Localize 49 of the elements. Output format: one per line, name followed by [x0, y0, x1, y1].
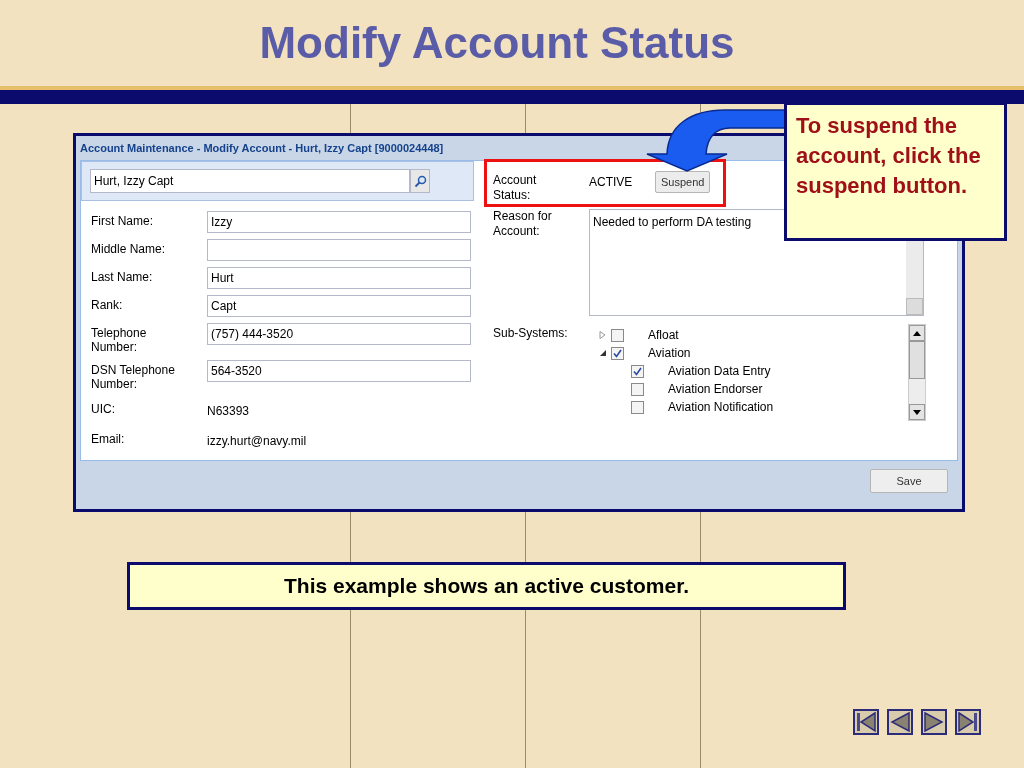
- suspend-button[interactable]: Suspend: [655, 171, 711, 193]
- search-field[interactable]: Hurt, Izzy Capt: [90, 169, 410, 193]
- checkbox[interactable]: [611, 328, 624, 342]
- field-label: Account Status:: [493, 172, 538, 203]
- down-arrow-icon[interactable]: [913, 409, 921, 415]
- instruction-tooltip: To suspend the account, click the suspend button.: [784, 102, 1007, 241]
- input-field[interactable]: Capt: [207, 295, 471, 317]
- first-button[interactable]: [853, 709, 879, 735]
- field-label: Middle Name:: [91, 241, 167, 256]
- field-label: Reason for Account:: [493, 209, 553, 239]
- caption-note: This example shows an active customer.: [127, 562, 846, 610]
- input-field[interactable]: 564-3520: [207, 360, 471, 382]
- input-field[interactable]: [207, 239, 471, 261]
- input-field[interactable]: Izzy: [207, 211, 471, 233]
- text-area-value: Needed to perform DA testing: [592, 214, 753, 231]
- checkbox[interactable]: [631, 382, 644, 396]
- tree-item[interactable]: Aviation Notification: [668, 398, 774, 416]
- field-value: izzy.hurt@navy.mil: [207, 433, 307, 450]
- tree-item[interactable]: Afloat: [648, 326, 679, 344]
- field-value: N63393: [207, 403, 250, 420]
- field-label: Last Name:: [91, 269, 154, 284]
- last-button[interactable]: [955, 709, 981, 735]
- previous-button[interactable]: [887, 709, 913, 735]
- search-icon: [413, 174, 427, 188]
- window-title: Account Maintenance - Modify Account - Hurt, Izzy Capt [9000024448]: [80, 140, 444, 156]
- field-label: Email:: [91, 431, 126, 446]
- field-label: DSN Telephone Number:: [91, 362, 176, 391]
- status-value: ACTIVE: [589, 174, 634, 191]
- up-arrow-icon[interactable]: [913, 330, 921, 336]
- next-button[interactable]: [921, 709, 947, 735]
- checkbox[interactable]: [631, 400, 644, 414]
- tree-item[interactable]: Aviation Data Entry: [668, 362, 771, 380]
- collapse-icon[interactable]: [599, 349, 606, 357]
- save-button[interactable]: Save: [870, 469, 948, 493]
- field-label: Sub-Systems:: [493, 325, 569, 341]
- tree-item[interactable]: Aviation: [648, 344, 691, 362]
- field-label: Telephone Number:: [91, 325, 148, 354]
- slide-title: Modify Account Status: [259, 17, 735, 69]
- search-button[interactable]: [410, 169, 430, 193]
- checkbox[interactable]: [631, 364, 644, 378]
- checkbox[interactable]: [611, 346, 624, 360]
- scrollbar[interactable]: [908, 324, 926, 421]
- input-field[interactable]: (757) 444-3520: [207, 323, 471, 345]
- input-field[interactable]: Hurt: [207, 267, 471, 289]
- field-label: First Name:: [91, 213, 154, 228]
- tree-item[interactable]: Aviation Endorser: [668, 380, 763, 398]
- field-label: UIC:: [91, 401, 116, 416]
- expand-icon[interactable]: [599, 331, 606, 339]
- field-label: Rank:: [91, 297, 124, 312]
